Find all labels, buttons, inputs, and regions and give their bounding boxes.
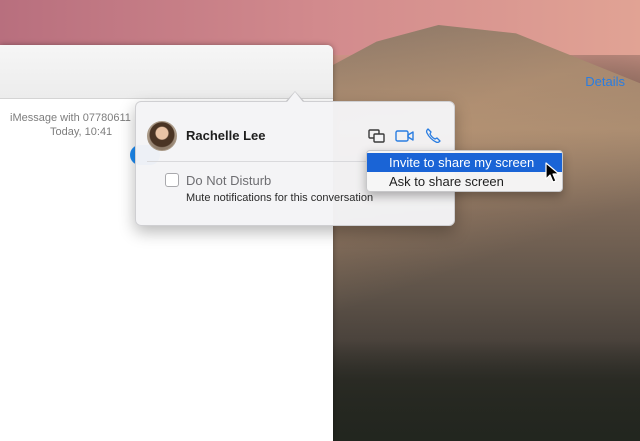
popover-arrow-fill (287, 92, 303, 102)
mouse-cursor-icon (545, 162, 561, 184)
contact-name: Rachelle Lee (186, 128, 266, 143)
avatar (147, 121, 177, 151)
screen-share-icon[interactable] (366, 127, 388, 145)
wallpaper-trees (330, 340, 640, 441)
conversation-title: iMessage with 07780611 (10, 112, 131, 124)
window-titlebar (0, 45, 333, 99)
menu-item-invite-share-screen[interactable]: Invite to share my screen (367, 153, 562, 172)
details-button[interactable]: Details (585, 74, 625, 89)
mute-notifications-note: Mute notifications for this conversation (186, 192, 374, 204)
phone-icon[interactable] (422, 127, 444, 145)
video-camera-icon[interactable] (394, 127, 416, 145)
do-not-disturb-label: Do Not Disturb (186, 173, 272, 188)
conversation-timestamp: Today, 10:41 (50, 126, 113, 138)
screen-share-menu: Invite to share my screen Ask to share s… (366, 150, 563, 192)
menu-item-ask-share-screen[interactable]: Ask to share screen (367, 172, 562, 191)
do-not-disturb-checkbox[interactable] (165, 173, 179, 187)
